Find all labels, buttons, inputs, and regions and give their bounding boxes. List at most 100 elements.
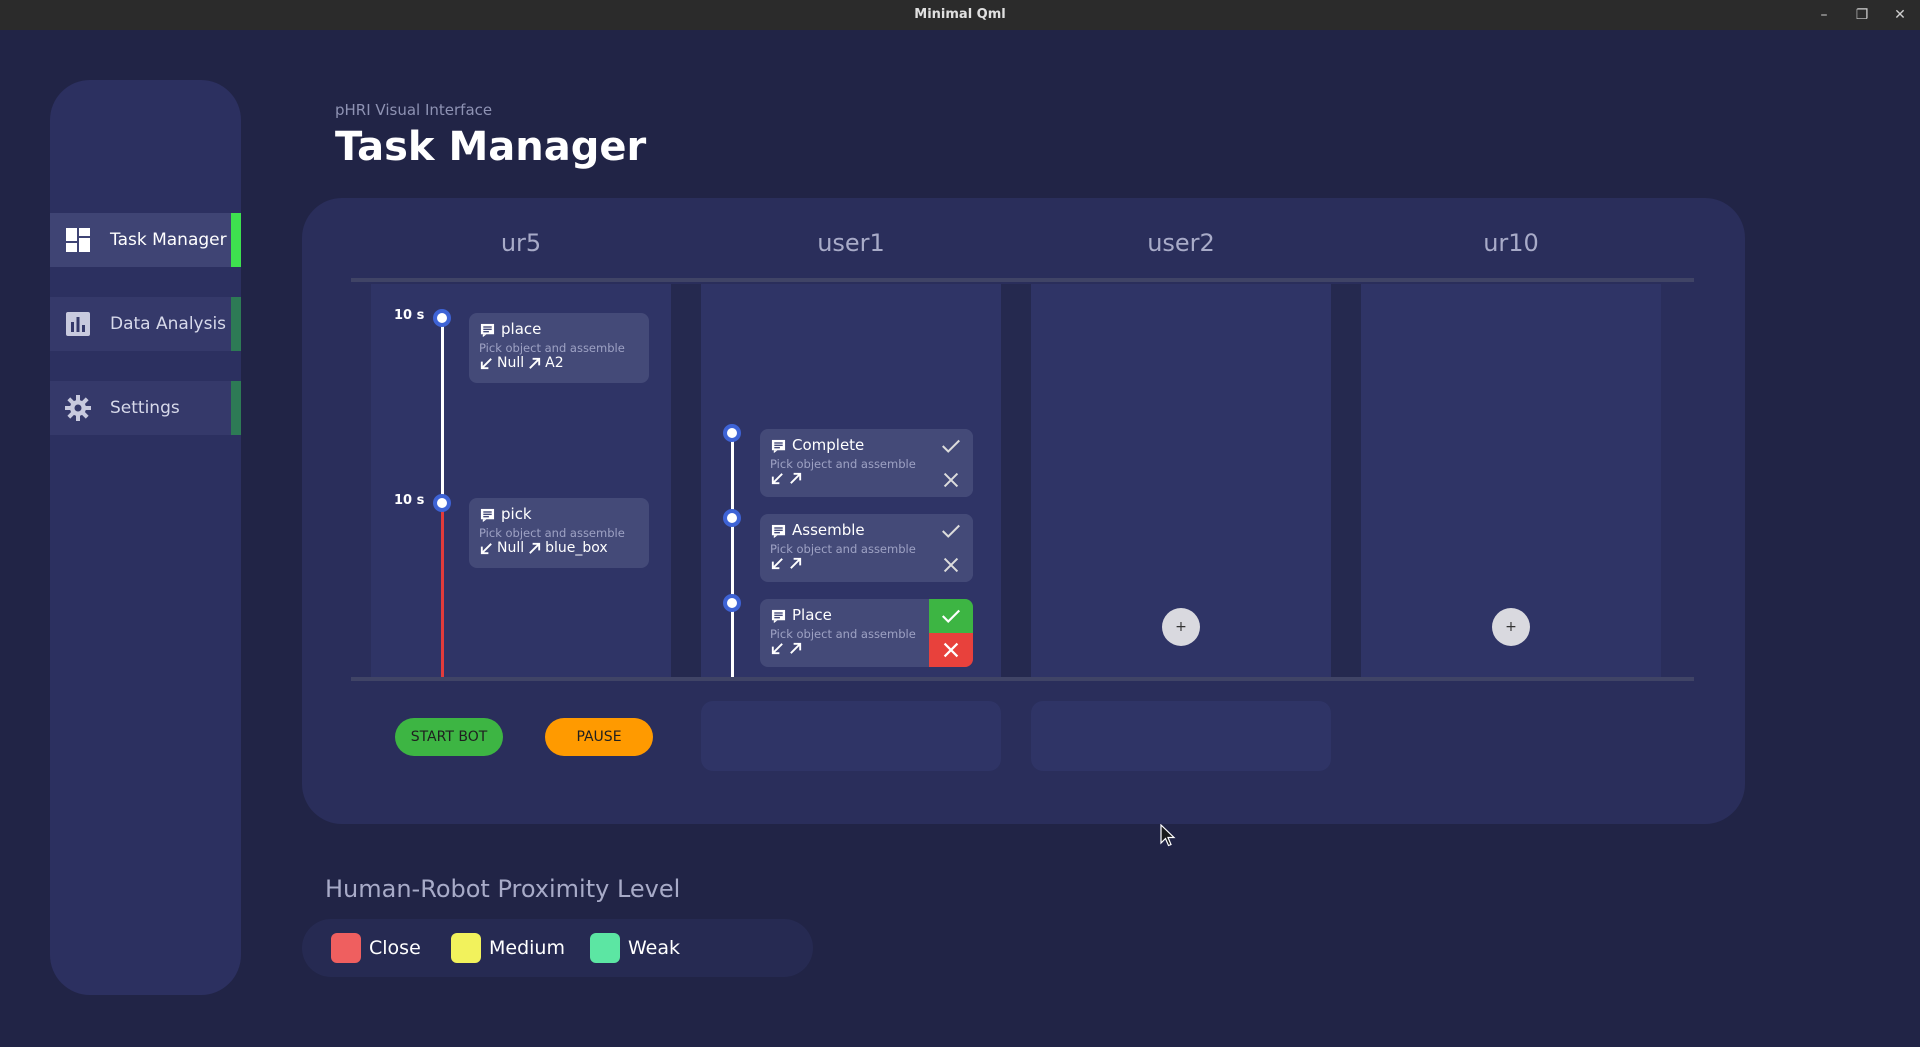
gear-icon — [65, 395, 91, 421]
output-arrow-icon — [790, 557, 802, 569]
weak-swatch — [590, 933, 620, 963]
title-bar: Minimal Qml – ❐ ✕ — [0, 0, 1920, 30]
pause-button[interactable]: PAUSE — [545, 718, 653, 756]
approve-button[interactable] — [929, 514, 973, 548]
task-input: Null — [497, 540, 525, 556]
sidebar-item-task-manager[interactable]: Task Manager — [50, 213, 241, 267]
lane-separator — [671, 284, 701, 677]
input-arrow-icon — [771, 558, 783, 570]
close-swatch — [331, 933, 361, 963]
legend-item-medium: Medium — [451, 933, 565, 963]
column-header-user2: user2 — [1147, 229, 1215, 257]
sidebar-item-settings[interactable]: Settings — [50, 381, 241, 435]
input-arrow-icon — [771, 473, 783, 485]
task-title: place — [501, 320, 542, 338]
bar-chart-icon — [66, 312, 90, 336]
timeline-line-active — [441, 503, 444, 677]
medium-swatch — [451, 933, 481, 963]
column-header-user1: user1 — [817, 229, 885, 257]
task-description: Pick object and assemble — [479, 341, 625, 355]
task-description: Pick object and assemble — [770, 627, 916, 641]
legend-label: Medium — [489, 937, 565, 959]
close-icon — [943, 642, 959, 658]
user1-action-slot — [701, 701, 1001, 771]
reject-button[interactable] — [929, 633, 973, 667]
sidebar-item-data-analysis[interactable]: Data Analysis — [50, 297, 241, 351]
add-task-button-ur10[interactable]: + — [1492, 608, 1530, 646]
check-icon — [942, 439, 960, 453]
legend-item-close: Close — [331, 933, 421, 963]
sidebar-item-label: Data Analysis — [110, 314, 227, 334]
check-icon — [941, 609, 961, 624]
task-io — [770, 556, 803, 571]
legend-label: Weak — [628, 937, 681, 959]
output-arrow-icon — [790, 472, 802, 484]
close-icon — [943, 472, 959, 488]
task-description: Pick object and assemble — [479, 526, 625, 540]
lane-separator — [1001, 284, 1031, 677]
task-output: blue_box — [545, 540, 608, 556]
approve-button[interactable] — [929, 429, 973, 463]
timeline-node — [433, 309, 451, 327]
task-duration: 10 s — [394, 308, 425, 323]
tab-indicator — [231, 297, 241, 351]
input-arrow-icon — [771, 643, 783, 655]
check-icon — [942, 524, 960, 538]
timeline-node — [433, 494, 451, 512]
input-arrow-icon — [480, 357, 492, 369]
comment-icon — [771, 524, 786, 539]
lane-separator — [1331, 284, 1361, 677]
task-card-place[interactable]: Place Pick object and assemble — [760, 599, 973, 667]
restore-button[interactable]: ❐ — [1852, 5, 1872, 25]
page-subtitle: pHRI Visual Interface — [335, 101, 493, 119]
column-header-ur10: ur10 — [1483, 229, 1539, 257]
close-button[interactable]: ✕ — [1890, 5, 1910, 25]
sidebar-item-label: Settings — [110, 398, 180, 418]
page-title: Task Manager — [335, 124, 647, 170]
task-card-pick[interactable]: pick Pick object and assemble Null blue_… — [469, 498, 649, 568]
approve-button[interactable] — [929, 599, 973, 633]
task-input: Null — [497, 355, 525, 371]
minimize-button[interactable]: – — [1814, 5, 1834, 25]
timeline-node — [723, 509, 741, 527]
legend-title: Human-Robot Proximity Level — [325, 875, 681, 903]
task-description: Pick object and assemble — [770, 457, 916, 471]
task-card-assemble[interactable]: Assemble Pick object and assemble — [760, 514, 973, 582]
task-duration: 10 s — [394, 493, 425, 508]
timeline-line — [731, 433, 734, 677]
input-arrow-icon — [480, 542, 492, 554]
mouse-cursor-icon — [1160, 824, 1176, 847]
add-task-button-user2[interactable]: + — [1162, 608, 1200, 646]
task-title: Place — [792, 606, 832, 624]
legend-label: Close — [369, 937, 421, 959]
comment-icon — [771, 609, 786, 624]
timeline-node — [723, 594, 741, 612]
window-title: Minimal Qml — [914, 7, 1006, 22]
board-bottom-divider — [351, 677, 1694, 681]
task-io: Null A2 — [479, 355, 564, 371]
reject-button[interactable] — [929, 548, 973, 582]
task-title: Assemble — [792, 521, 865, 539]
legend-item-weak: Weak — [590, 933, 680, 963]
output-arrow-icon — [529, 357, 541, 369]
task-description: Pick object and assemble — [770, 542, 916, 556]
timeline-line — [441, 318, 444, 503]
task-io — [770, 641, 803, 656]
comment-icon — [480, 508, 495, 523]
active-indicator — [231, 213, 241, 267]
close-icon — [943, 557, 959, 573]
comment-icon — [771, 439, 786, 454]
task-output: A2 — [545, 355, 564, 371]
timeline-node — [723, 424, 741, 442]
task-card-complete[interactable]: Complete Pick object and assemble — [760, 429, 973, 497]
reject-button[interactable] — [929, 463, 973, 497]
task-io: Null blue_box — [479, 540, 608, 556]
task-card-place[interactable]: place Pick object and assemble Null A2 — [469, 313, 649, 383]
task-io — [770, 471, 803, 486]
user2-action-slot — [1031, 701, 1331, 771]
sidebar-item-label: Task Manager — [110, 230, 227, 250]
dashboard-icon — [66, 228, 90, 252]
start-bot-button[interactable]: START BOT — [395, 718, 503, 756]
tab-indicator — [231, 381, 241, 435]
task-title: pick — [501, 505, 532, 523]
